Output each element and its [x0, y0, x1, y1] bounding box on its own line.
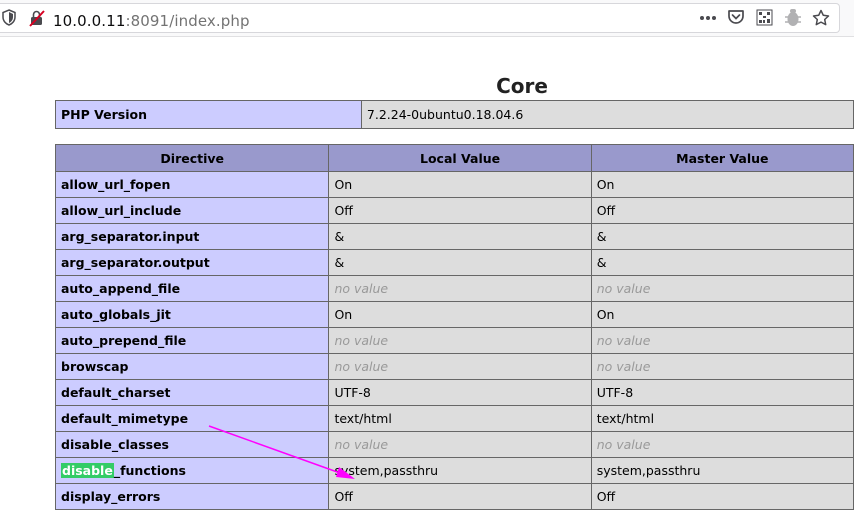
- local-value: no value: [328, 327, 592, 354]
- directives-table: Directive Local Value Master Value allow…: [54, 144, 854, 510]
- directive-name: display_errors: [54, 483, 330, 510]
- table-row: auto_append_file no value no value: [54, 275, 854, 302]
- table-row: PHP Version 7.2.24-0ubuntu0.18.04.6: [55, 100, 854, 129]
- master-value: no value: [590, 431, 854, 458]
- local-value: On: [328, 171, 592, 198]
- column-header-local-value: Local Value: [328, 144, 592, 172]
- master-value: On: [590, 171, 854, 198]
- pocket-icon[interactable]: [727, 9, 745, 26]
- master-value: Off: [590, 197, 854, 224]
- local-value: no value: [328, 275, 592, 302]
- column-header-directive: Directive: [54, 144, 330, 172]
- section-title: Core: [496, 73, 548, 98]
- table-row: arg_separator.input & &: [54, 223, 854, 250]
- table-row: auto_prepend_file no value no value: [54, 327, 854, 354]
- php-version-value: 7.2.24-0ubuntu0.18.04.6: [360, 100, 854, 129]
- local-value: &: [328, 223, 592, 250]
- master-value: Off: [590, 483, 854, 510]
- master-value: no value: [590, 353, 854, 380]
- search-highlight: disable: [61, 463, 114, 478]
- column-header-master-value: Master Value: [590, 144, 854, 172]
- table-row: auto_globals_jit On On: [54, 301, 854, 328]
- table-row: arg_separator.output & &: [54, 249, 854, 276]
- local-value: no value: [328, 431, 592, 458]
- table-row: display_errors Off Off: [54, 483, 854, 510]
- directive-name: allow_url_include: [54, 197, 330, 224]
- php-version-label: PHP Version: [55, 100, 362, 129]
- directive-name: default_charset: [54, 379, 330, 406]
- directive-name: allow_url_fopen: [54, 171, 330, 198]
- directive-name: disable_functions: [54, 457, 330, 484]
- master-value: text/html: [590, 405, 854, 432]
- table-row: disable_classes no value no value: [54, 431, 854, 458]
- table-row: allow_url_include Off Off: [54, 197, 854, 224]
- directives-body: allow_url_fopen On On allow_url_include Off O…: [54, 171, 854, 510]
- local-value: no value: [328, 353, 592, 380]
- directive-name: browscap: [54, 353, 330, 380]
- url-bar[interactable]: 10.0.0.11:8091/index.php: [0, 3, 840, 33]
- local-value: UTF-8: [328, 379, 592, 406]
- directive-name: auto_globals_jit: [54, 301, 330, 328]
- master-value: no value: [590, 275, 854, 302]
- local-value: text/html: [328, 405, 592, 432]
- browser-toolbar: 10.0.0.11:8091/index.php: [0, 0, 854, 37]
- master-value: UTF-8: [590, 379, 854, 406]
- directive-name: arg_separator.output: [54, 249, 330, 276]
- directive-name: auto_append_file: [54, 275, 330, 302]
- directive-name: arg_separator.input: [54, 223, 330, 250]
- master-value: On: [590, 301, 854, 328]
- url-path: :8091/index.php: [125, 12, 250, 30]
- table-row: default_charset UTF-8 UTF-8: [54, 379, 854, 406]
- master-value: no value: [590, 327, 854, 354]
- table-row: allow_url_fopen On On: [54, 171, 854, 198]
- table-row: browscap no value no value: [54, 353, 854, 380]
- directive-name: auto_prepend_file: [54, 327, 330, 354]
- master-value: &: [590, 249, 854, 276]
- local-value: Off: [328, 197, 592, 224]
- table-header-row: Directive Local Value Master Value: [54, 144, 854, 172]
- insecure-lock-icon[interactable]: [29, 9, 45, 27]
- directive-name-rest: _functions: [113, 463, 186, 478]
- local-value: On: [328, 301, 592, 328]
- extension-icon[interactable]: [785, 8, 801, 27]
- table-row: disable_functions system,passthru system,p…: [54, 457, 854, 484]
- qr-code-icon[interactable]: [756, 9, 773, 26]
- local-value: &: [328, 249, 592, 276]
- master-value: &: [590, 223, 854, 250]
- url-text[interactable]: 10.0.0.11:8091/index.php: [53, 12, 250, 30]
- bookmark-star-icon[interactable]: [812, 9, 830, 26]
- php-version-table: PHP Version 7.2.24-0ubuntu0.18.04.6: [55, 100, 854, 129]
- directive-name: default_mimetype: [54, 405, 330, 432]
- master-value: system,passthru: [590, 457, 854, 484]
- table-row: default_mimetype text/html text/html: [54, 405, 854, 432]
- shield-icon[interactable]: [2, 9, 16, 26]
- local-value: Off: [328, 483, 592, 510]
- more-icon[interactable]: [699, 15, 717, 21]
- directive-name: disable_classes: [54, 431, 330, 458]
- url-host: 10.0.0.11: [53, 12, 126, 30]
- local-value: system,passthru: [328, 457, 592, 484]
